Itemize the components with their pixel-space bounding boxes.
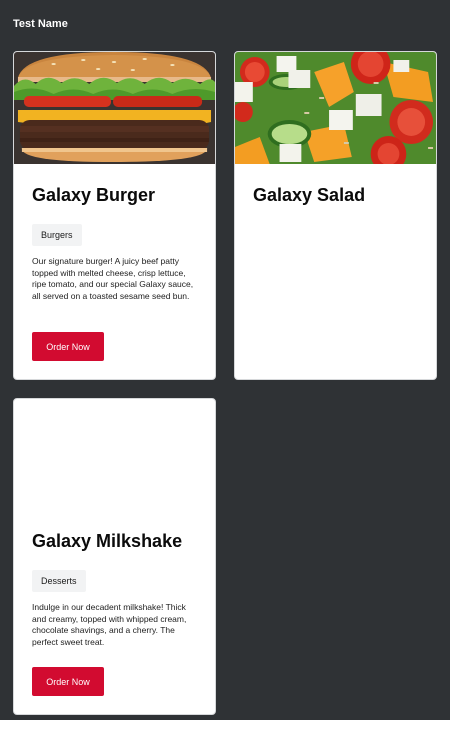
card-title: Galaxy Burger: [32, 185, 156, 205]
menu-card-salad: Galaxy Salad: [234, 51, 437, 380]
category-badge: Desserts: [32, 570, 86, 592]
card-description: Indulge in our decadent milkshake! Thick…: [32, 602, 187, 647]
order-now-button[interactable]: Order Now: [32, 332, 104, 361]
card-description: Our signature burger! A juicy beef patty…: [32, 256, 194, 301]
app-background: Test Name Galaxy Burger Burgers Our sign…: [0, 0, 450, 720]
salad-image: [235, 52, 436, 164]
page-title: Test Name: [13, 18, 68, 30]
order-now-button[interactable]: Order Now: [32, 667, 104, 696]
category-badge: Burgers: [32, 224, 82, 246]
card-title: Galaxy Salad: [253, 185, 366, 205]
burger-image: [14, 52, 215, 164]
card-title: Galaxy Milkshake: [32, 531, 183, 551]
menu-card-milkshake: Galaxy Milkshake Desserts Indulge in our…: [13, 398, 216, 715]
menu-card-burger: Galaxy Burger Burgers Our signature burg…: [13, 51, 216, 380]
